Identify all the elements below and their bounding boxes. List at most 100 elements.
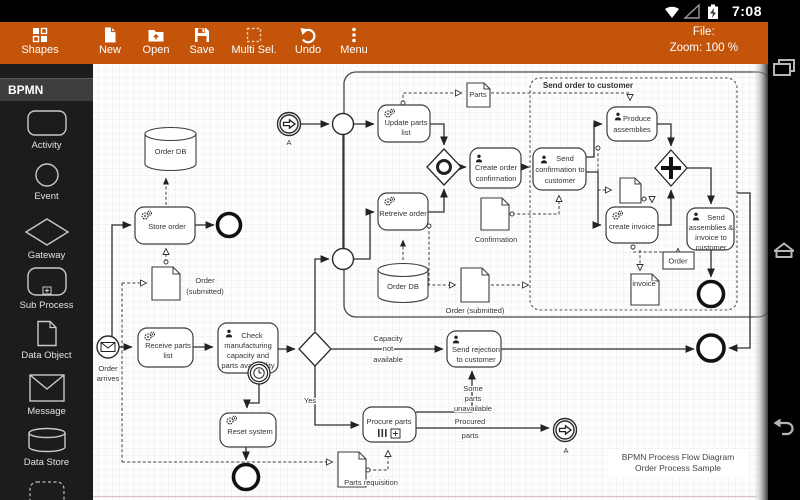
- task-produce-assemblies[interactable]: Produce assemblies: [607, 107, 657, 141]
- task-retreive-order[interactable]: Retreive order: [378, 193, 428, 230]
- end-event-reset[interactable]: [234, 465, 259, 490]
- dataobject-invoice[interactable]: invoice: [631, 274, 659, 305]
- task-send-rejection[interactable]: Send rejection to customer: [447, 331, 501, 367]
- task-send-assemblies-invoice[interactable]: Send assemblies & invoice to customer: [687, 208, 734, 252]
- shapes-label: Shapes: [8, 44, 72, 56]
- task-receive-parts-list[interactable]: Receive parts list: [138, 328, 193, 367]
- junction-event-top[interactable]: [333, 114, 354, 135]
- datastore-order-db-bottom[interactable]: Order DB: [378, 264, 428, 303]
- dataobject-order-box[interactable]: Order: [663, 252, 694, 269]
- palette-title: BPMN: [0, 78, 93, 101]
- svg-text:Receive parts: Receive parts: [145, 341, 191, 350]
- svg-text:Procure parts: Procure parts: [366, 417, 411, 426]
- svg-text:not: not: [383, 344, 394, 353]
- task-store-order[interactable]: Store order: [135, 207, 195, 244]
- svg-text:Parts: Parts: [469, 90, 487, 99]
- palette-item-datastore[interactable]: Data Store: [0, 427, 93, 468]
- task-create-order-confirmation[interactable]: Create order confirmation: [470, 148, 521, 188]
- svg-text:Confirmation: Confirmation: [475, 235, 518, 244]
- junction-event-bottom[interactable]: [333, 249, 354, 270]
- svg-text:unavailable: unavailable: [454, 404, 492, 413]
- task-reset-system[interactable]: Reset system: [220, 413, 276, 447]
- palette-item-gateway[interactable]: Gateway: [0, 217, 93, 261]
- event-shape-icon: [25, 162, 69, 188]
- svg-text:confirmation: confirmation: [476, 174, 517, 183]
- svg-text:Order (submitted): Order (submitted): [446, 306, 505, 315]
- palette-item-subprocess[interactable]: Sub Process: [0, 266, 93, 311]
- overflow-menu-icon: [345, 26, 363, 44]
- svg-text:Send: Send: [556, 154, 574, 163]
- status-bar: 7:08: [0, 0, 800, 22]
- palette-label: Message: [0, 406, 93, 417]
- timer-boundary-event[interactable]: [248, 362, 270, 384]
- recents-icon: [771, 56, 797, 82]
- svg-text:Check: Check: [241, 331, 263, 340]
- task-update-parts-list[interactable]: Update parts list: [378, 105, 430, 142]
- svg-text:arrives: arrives: [97, 374, 120, 383]
- svg-text:invoice to: invoice to: [695, 233, 727, 242]
- signal-icon: [685, 5, 699, 18]
- menu-label: Menu: [322, 44, 386, 56]
- diagram-title-box: BPMN Process Flow Diagram Order Process …: [608, 449, 749, 477]
- task-send-confirmation[interactable]: Send confirmation to customer: [533, 148, 586, 190]
- undo-icon: [299, 26, 317, 44]
- open-folder-icon: [147, 26, 165, 44]
- multi-select-icon: [245, 26, 263, 44]
- file-label: File:: [670, 26, 738, 38]
- status-time: 7:08: [732, 3, 762, 19]
- wifi-icon: [665, 7, 679, 18]
- task-create-invoice[interactable]: create invoice: [606, 207, 658, 243]
- subprocess-shape-icon: [25, 266, 69, 297]
- end-event-final[interactable]: [698, 335, 724, 361]
- shapes-icon: [31, 26, 49, 44]
- activity-shape-icon: [25, 109, 69, 137]
- shapes-button[interactable]: Shapes: [8, 25, 72, 63]
- palette-label: Activity: [0, 140, 93, 151]
- palette-label: Event: [0, 191, 93, 202]
- diagram-canvas[interactable]: Send order to customer: [93, 64, 768, 500]
- recents-button[interactable]: [771, 56, 797, 82]
- back-icon: [771, 414, 797, 440]
- task-procure-parts[interactable]: Procure parts: [363, 407, 416, 442]
- end-event-subprocess[interactable]: [699, 282, 724, 307]
- palette-item-activity[interactable]: Activity: [0, 109, 93, 151]
- save-icon: [193, 26, 211, 44]
- battery-icon: [708, 5, 718, 20]
- svg-text:Send rejection: Send rejection: [452, 345, 500, 354]
- svg-text:Procured: Procured: [455, 417, 485, 426]
- bpmn-editor-app: 7:08 Shapes New Open: [0, 0, 800, 500]
- svg-text:Retreive order: Retreive order: [379, 209, 427, 218]
- palette-item-group[interactable]: [0, 480, 93, 500]
- svg-text:customer: customer: [545, 176, 576, 185]
- new-file-icon: [101, 26, 119, 44]
- svg-text:assemblies: assemblies: [613, 125, 651, 134]
- dataobject-unlabeled[interactable]: [620, 178, 641, 203]
- home-button[interactable]: [771, 238, 797, 264]
- svg-text:(submitted): (submitted): [186, 287, 224, 296]
- svg-text:Order DB: Order DB: [155, 147, 187, 156]
- back-button[interactable]: [771, 414, 797, 440]
- svg-text:Produce: Produce: [623, 114, 651, 123]
- dataobject-parts[interactable]: Parts: [467, 83, 490, 107]
- svg-text:capacity and: capacity and: [227, 351, 269, 360]
- task-check-manufacturing[interactable]: Check manufacturing capacity and parts a…: [218, 323, 278, 373]
- end-event-store-order[interactable]: [218, 214, 241, 237]
- palette-label: Gateway: [0, 250, 93, 261]
- svg-text:parts: parts: [462, 431, 479, 440]
- palette-item-dataobject[interactable]: Data Object: [0, 320, 93, 361]
- svg-text:Order DB: Order DB: [387, 282, 419, 291]
- home-icon: [771, 238, 797, 264]
- svg-text:confirmation to: confirmation to: [535, 165, 584, 174]
- toolbar: Shapes New Open Save: [0, 22, 768, 65]
- menu-button[interactable]: Menu: [322, 25, 386, 63]
- datastore-order-db-top[interactable]: Order DB: [145, 128, 196, 171]
- svg-text:Reset system: Reset system: [227, 427, 272, 436]
- svg-text:Parts requisition: Parts requisition: [344, 478, 398, 487]
- multi-instance-marker: [378, 429, 387, 437]
- group-shape-icon: [25, 480, 69, 500]
- palette-item-message[interactable]: Message: [0, 373, 93, 417]
- svg-text:list: list: [401, 128, 411, 137]
- palette-item-event[interactable]: Event: [0, 162, 93, 202]
- svg-text:parts: parts: [465, 394, 482, 403]
- svg-text:Capacity: Capacity: [373, 334, 402, 343]
